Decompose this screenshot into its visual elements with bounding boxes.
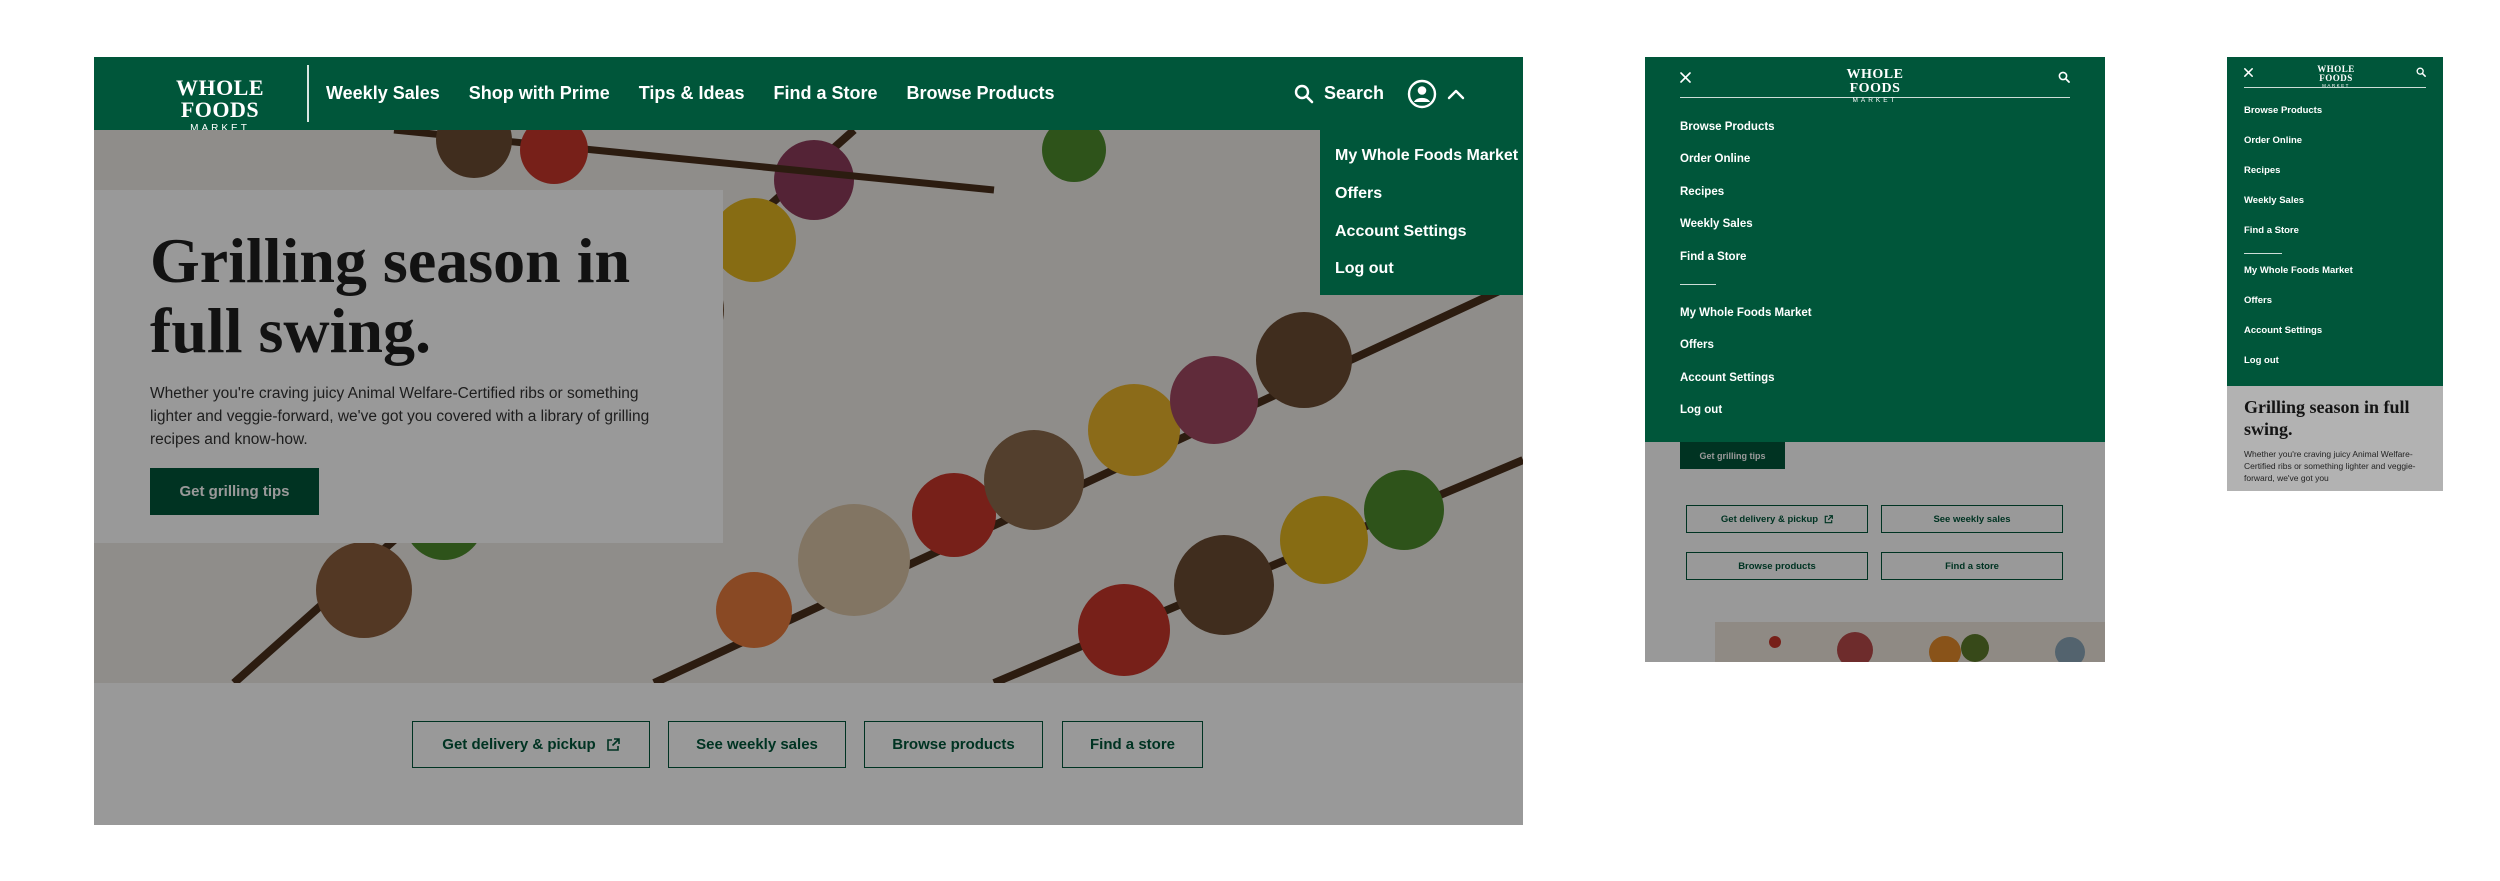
dropdown-offers[interactable]: Offers — [1335, 185, 1382, 203]
menu-offers[interactable]: Offers — [2244, 295, 2272, 306]
whole-foods-logo[interactable]: WHOLE FOODS MARKET — [1826, 68, 1924, 105]
dropdown-my-whole-foods[interactable]: My Whole Foods Market — [1335, 147, 1518, 165]
menu-browse-products[interactable]: Browse Products — [2244, 105, 2322, 116]
search-icon[interactable] — [2058, 71, 2070, 83]
mobile-nav-menu: WHOLE FOODS MARKET Browse Products Order… — [2227, 57, 2443, 386]
whole-foods-logo[interactable]: WHOLE FOODS MARKET — [2305, 65, 2367, 89]
menu-section-divider — [2244, 253, 2282, 254]
account-menu-toggle[interactable] — [1407, 79, 1465, 109]
close-icon[interactable] — [2244, 68, 2253, 77]
search-label: Search — [1324, 83, 1385, 103]
nav-shop-with-prime[interactable]: Shop with Prime — [469, 83, 610, 104]
close-icon[interactable] — [1680, 72, 1691, 83]
whole-foods-logo[interactable]: WHOLE FOODS MARKET — [150, 77, 290, 134]
main-nav: Weekly Sales Shop with Prime Tips & Idea… — [326, 57, 1055, 130]
search-button[interactable]: Search — [1294, 57, 1384, 130]
search-icon — [1294, 84, 1314, 103]
logo-wordmark: WHOLE FOODS — [175, 75, 265, 122]
dropdown-log-out[interactable]: Log out — [1335, 260, 1394, 278]
page-overlay[interactable] — [1645, 442, 2105, 662]
account-icon — [1407, 79, 1437, 109]
header-divider — [307, 65, 309, 122]
logo-wordmark: WHOLE FOODS — [1846, 67, 1904, 96]
mobile-nav-menu: WHOLE FOODS MARKET Browse Products Order… — [1645, 57, 2105, 442]
menu-find-a-store[interactable]: Find a Store — [1680, 251, 1746, 263]
menu-section-divider — [1680, 284, 1716, 285]
nav-tips-ideas[interactable]: Tips & Ideas — [639, 83, 745, 104]
menu-my-whole-foods[interactable]: My Whole Foods Market — [2244, 265, 2353, 276]
menu-find-a-store[interactable]: Find a Store — [2244, 225, 2299, 236]
menu-account-settings[interactable]: Account Settings — [1680, 372, 1775, 384]
nav-weekly-sales[interactable]: Weekly Sales — [326, 83, 440, 104]
menu-my-whole-foods[interactable]: My Whole Foods Market — [1680, 307, 1812, 319]
site-header: WHOLE FOODS MARKET Weekly Sales Shop wit… — [94, 57, 1523, 134]
menu-weekly-sales[interactable]: Weekly Sales — [1680, 218, 1753, 230]
search-icon[interactable] — [2416, 67, 2426, 77]
menu-weekly-sales[interactable]: Weekly Sales — [2244, 195, 2304, 206]
desktop-view: WHOLE FOODS MARKET Weekly Sales Shop wit… — [94, 57, 1523, 825]
menu-order-online[interactable]: Order Online — [1680, 153, 1750, 165]
nav-find-a-store[interactable]: Find a Store — [773, 83, 877, 104]
chevron-up-icon — [1447, 89, 1465, 100]
logo-subtext: MARKET — [1852, 97, 1898, 104]
tablet-view: WHOLE FOODS MARKET Browse Products Order… — [1645, 57, 2105, 662]
menu-divider — [1680, 97, 2070, 98]
menu-log-out[interactable]: Log out — [2244, 355, 2279, 366]
page-overlay[interactable] — [94, 130, 1523, 825]
logo-wordmark: WHOLE FOODS — [2317, 64, 2355, 83]
menu-order-online[interactable]: Order Online — [2244, 135, 2302, 146]
account-dropdown: My Whole Foods Market Offers Account Set… — [1320, 130, 1523, 295]
dropdown-account-settings[interactable]: Account Settings — [1335, 223, 1467, 241]
menu-log-out[interactable]: Log out — [1680, 404, 1722, 416]
menu-browse-products[interactable]: Browse Products — [1680, 121, 1775, 133]
menu-recipes[interactable]: Recipes — [1680, 186, 1724, 198]
menu-offers[interactable]: Offers — [1680, 339, 1714, 351]
mobile-view: WHOLE FOODS MARKET Browse Products Order… — [2227, 57, 2443, 491]
page-overlay[interactable] — [2227, 386, 2443, 491]
menu-account-settings[interactable]: Account Settings — [2244, 325, 2322, 336]
nav-browse-products[interactable]: Browse Products — [907, 83, 1055, 104]
menu-recipes[interactable]: Recipes — [2244, 165, 2280, 176]
menu-divider — [2244, 87, 2426, 88]
